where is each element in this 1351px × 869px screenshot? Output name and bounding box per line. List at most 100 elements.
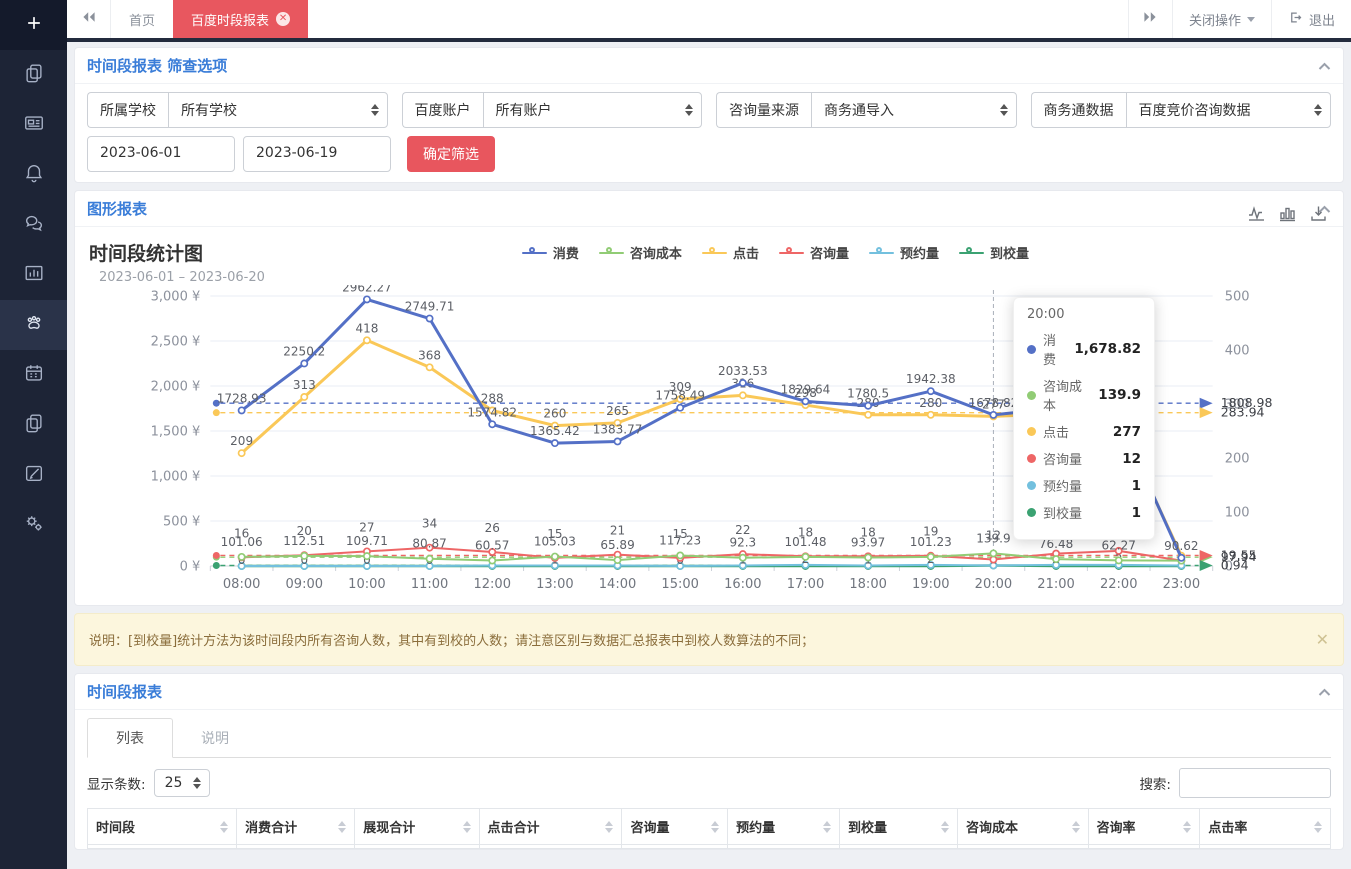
filter-swt-data-label: 商务通数据 xyxy=(1031,92,1126,128)
data-label: 2033.53 xyxy=(718,364,768,378)
collapse-chevron-icon[interactable] xyxy=(1318,57,1331,75)
sidebar-item-copy[interactable] xyxy=(0,50,67,100)
bar-chart-icon[interactable] xyxy=(1279,205,1296,226)
column-label: 咨询成本 xyxy=(966,817,1018,836)
tabs-scroll-right-button[interactable] xyxy=(1128,0,1172,38)
sidebar-item-alerts[interactable] xyxy=(0,150,67,200)
content: 时间段报表 筛查选项 所属学校 所有学校 百度账户 所有账户 咨询量来源 商务通… xyxy=(67,42,1351,869)
page-size-value: 25 xyxy=(165,775,183,791)
sidebar xyxy=(0,0,67,869)
notice-close-icon[interactable]: ✕ xyxy=(1316,630,1329,649)
column-header[interactable]: 展现合计 xyxy=(355,809,479,845)
data-label: 117.23 xyxy=(659,533,701,547)
column-header[interactable]: 咨询量 xyxy=(622,809,728,845)
column-header[interactable]: 消费合计 xyxy=(237,809,355,845)
column-header[interactable]: 时间段 xyxy=(88,809,237,845)
sidebar-item-messages[interactable] xyxy=(0,200,67,250)
logout-button[interactable]: 退出 xyxy=(1271,0,1351,38)
column-header[interactable]: 到校量 xyxy=(839,809,957,845)
column-header[interactable]: 点击合计 xyxy=(479,809,622,845)
legend-item[interactable]: 预约量 xyxy=(869,243,939,262)
filter-account-label: 百度账户 xyxy=(402,92,483,128)
account-select[interactable]: 所有账户 xyxy=(483,92,703,128)
data-point xyxy=(802,554,808,560)
x-axis-label: 17:00 xyxy=(787,577,825,592)
table-panel: 时间段报表 列表 说明 显示条数: 25 搜索: 时间段 消费合计 展现合计 xyxy=(74,673,1344,850)
data-point xyxy=(928,412,934,418)
page-size-select[interactable]: 25 xyxy=(154,769,210,797)
tooltip-series-label: 点击 xyxy=(1043,422,1069,441)
column-label: 到校量 xyxy=(848,817,887,836)
search-input[interactable] xyxy=(1179,768,1331,798)
average-line-start-dot xyxy=(213,409,220,416)
chart-area[interactable]: 0 ¥500 ¥1,000 ¥1,500 ¥2,000 ¥2,500 ¥3,00… xyxy=(75,285,1343,605)
table-row xyxy=(88,845,1331,849)
column-label: 咨询率 xyxy=(1097,817,1136,836)
sidebar-item-documents[interactable] xyxy=(0,400,67,450)
series-dot-icon xyxy=(1027,345,1036,354)
column-header[interactable]: 咨询成本 xyxy=(958,809,1089,845)
legend-item[interactable]: 消费 xyxy=(522,243,579,262)
sidebar-item-baidu[interactable] xyxy=(0,300,67,350)
tab-home[interactable]: 首页 xyxy=(111,0,173,38)
date-from-input[interactable]: 2023-06-01 xyxy=(87,136,235,172)
tab-description[interactable]: 说明 xyxy=(173,719,257,757)
line-chart-icon[interactable] xyxy=(1248,205,1265,226)
column-header[interactable]: 咨询率 xyxy=(1088,809,1200,845)
close-operations-dropdown[interactable]: 关闭操作 xyxy=(1172,0,1271,38)
legend-mark-icon xyxy=(959,247,984,258)
inquiry-source-select[interactable]: 商务通导入 xyxy=(811,92,1017,128)
sidebar-item-settings[interactable] xyxy=(0,500,67,550)
data-point xyxy=(364,296,370,302)
legend-item[interactable]: 咨询量 xyxy=(779,243,849,262)
data-label: 101.06 xyxy=(221,535,263,549)
column-header[interactable]: 点击率 xyxy=(1200,809,1331,845)
data-label: 2962.27 xyxy=(342,285,392,294)
download-icon[interactable] xyxy=(1310,205,1327,226)
sidebar-item-add[interactable] xyxy=(0,0,67,50)
confirm-filter-button[interactable]: 确定筛选 xyxy=(407,136,495,172)
table-cell xyxy=(1088,845,1200,849)
tab-list[interactable]: 列表 xyxy=(87,718,173,758)
paw-icon xyxy=(23,312,45,338)
x-axis-label: 16:00 xyxy=(724,577,762,592)
data-label: 60.57 xyxy=(475,539,509,553)
table-cell xyxy=(622,845,728,849)
tooltip-title: 20:00 xyxy=(1027,307,1141,322)
average-line-label: 0.94 xyxy=(1221,558,1249,573)
date-to-input[interactable]: 2023-06-19 xyxy=(243,136,391,172)
tab-baidu-report[interactable]: 百度时段报表 ✕ xyxy=(173,0,308,38)
average-line-arrow xyxy=(1200,398,1213,409)
data-label: 280 xyxy=(919,396,942,410)
swt-data-select[interactable]: 百度竞价咨询数据 xyxy=(1126,92,1332,128)
column-header[interactable]: 预约量 xyxy=(728,809,840,845)
sort-icon xyxy=(332,821,346,833)
data-point xyxy=(552,553,558,559)
tooltip-row: 点击 277 xyxy=(1027,422,1141,441)
tooltip-series-value: 277 xyxy=(1113,424,1141,440)
data-point xyxy=(865,412,871,418)
tab-label: 百度时段报表 xyxy=(191,10,269,29)
collapse-chevron-icon[interactable] xyxy=(1318,683,1331,701)
filter-panel-header: 时间段报表 筛查选项 xyxy=(75,48,1343,84)
data-point xyxy=(677,405,683,411)
sidebar-item-edit[interactable] xyxy=(0,450,67,500)
sort-icon xyxy=(935,821,949,833)
data-point xyxy=(364,337,370,343)
school-select[interactable]: 所有学校 xyxy=(168,92,388,128)
sidebar-item-calendar[interactable] xyxy=(0,350,67,400)
sidebar-item-news[interactable] xyxy=(0,100,67,150)
tab-close-icon[interactable]: ✕ xyxy=(276,12,290,26)
filter-body: 所属学校 所有学校 百度账户 所有账户 咨询量来源 商务通导入 商务通数据 百度… xyxy=(75,84,1343,182)
tooltip-series-value: 12 xyxy=(1122,451,1141,467)
x-axis-label: 22:00 xyxy=(1100,577,1138,592)
legend-item[interactable]: 到校量 xyxy=(959,243,1029,262)
sidebar-item-reports[interactable] xyxy=(0,250,67,300)
data-point xyxy=(865,554,871,560)
data-label: 313 xyxy=(293,378,316,392)
y-axis-tick-left: 500 ¥ xyxy=(163,515,200,530)
data-point xyxy=(990,550,996,556)
legend-item[interactable]: 点击 xyxy=(702,243,759,262)
tabs-scroll-left-button[interactable] xyxy=(67,0,111,38)
legend-item[interactable]: 咨询成本 xyxy=(599,243,682,262)
